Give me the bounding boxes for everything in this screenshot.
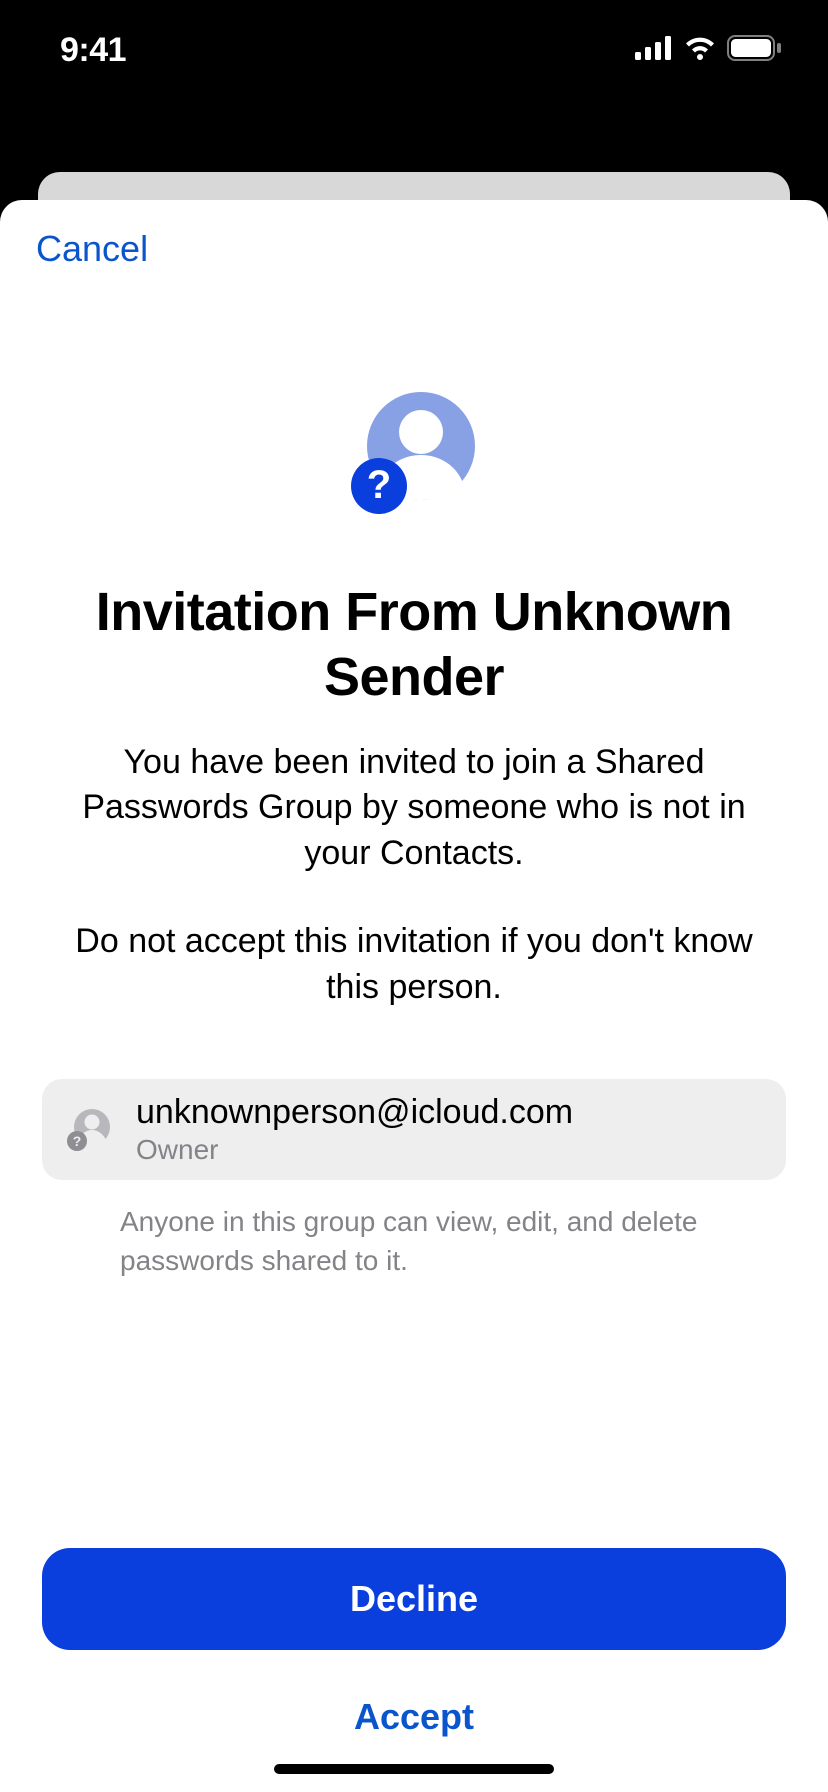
svg-text:?: ? xyxy=(73,1133,82,1149)
group-permissions-note: Anyone in this group can view, edit, and… xyxy=(42,1202,786,1280)
invitation-warning: Do not accept this invitation if you don… xyxy=(0,919,828,1011)
sender-email: unknownperson@icloud.com xyxy=(136,1093,573,1132)
page-title: Invitation From Unknown Sender xyxy=(0,580,828,710)
device-frame: 9:41 xyxy=(0,0,828,1792)
action-buttons: Decline Accept xyxy=(0,1548,828,1792)
sheet-navigation: Cancel xyxy=(0,200,828,270)
hero-section: ? Invitation From Unknown Sender You hav… xyxy=(0,390,828,1011)
status-indicators xyxy=(635,35,783,66)
status-time: 9:41 xyxy=(60,31,126,70)
sender-section: ? unknownperson@icloud.com Owner Anyone … xyxy=(0,1079,828,1280)
unknown-avatar-icon: ? xyxy=(66,1107,112,1153)
battery-icon xyxy=(727,35,783,66)
decline-button[interactable]: Decline xyxy=(42,1548,786,1650)
wifi-icon xyxy=(683,36,717,65)
invitation-description: You have been invited to join a Shared P… xyxy=(0,740,828,878)
home-indicator[interactable] xyxy=(274,1764,554,1774)
sender-info: unknownperson@icloud.com Owner xyxy=(136,1093,573,1166)
cancel-button[interactable]: Cancel xyxy=(36,228,148,269)
accept-button[interactable]: Accept xyxy=(42,1672,786,1762)
status-bar: 9:41 xyxy=(0,0,828,100)
sender-card: ? unknownperson@icloud.com Owner xyxy=(42,1079,786,1180)
unknown-person-icon: ? xyxy=(349,390,479,520)
svg-text:?: ? xyxy=(367,463,391,507)
cellular-icon xyxy=(635,36,673,65)
sender-role: Owner xyxy=(136,1134,573,1166)
invitation-modal: Cancel ? Invitation From Unknown Sender … xyxy=(0,200,828,1792)
spacer xyxy=(0,1280,828,1548)
